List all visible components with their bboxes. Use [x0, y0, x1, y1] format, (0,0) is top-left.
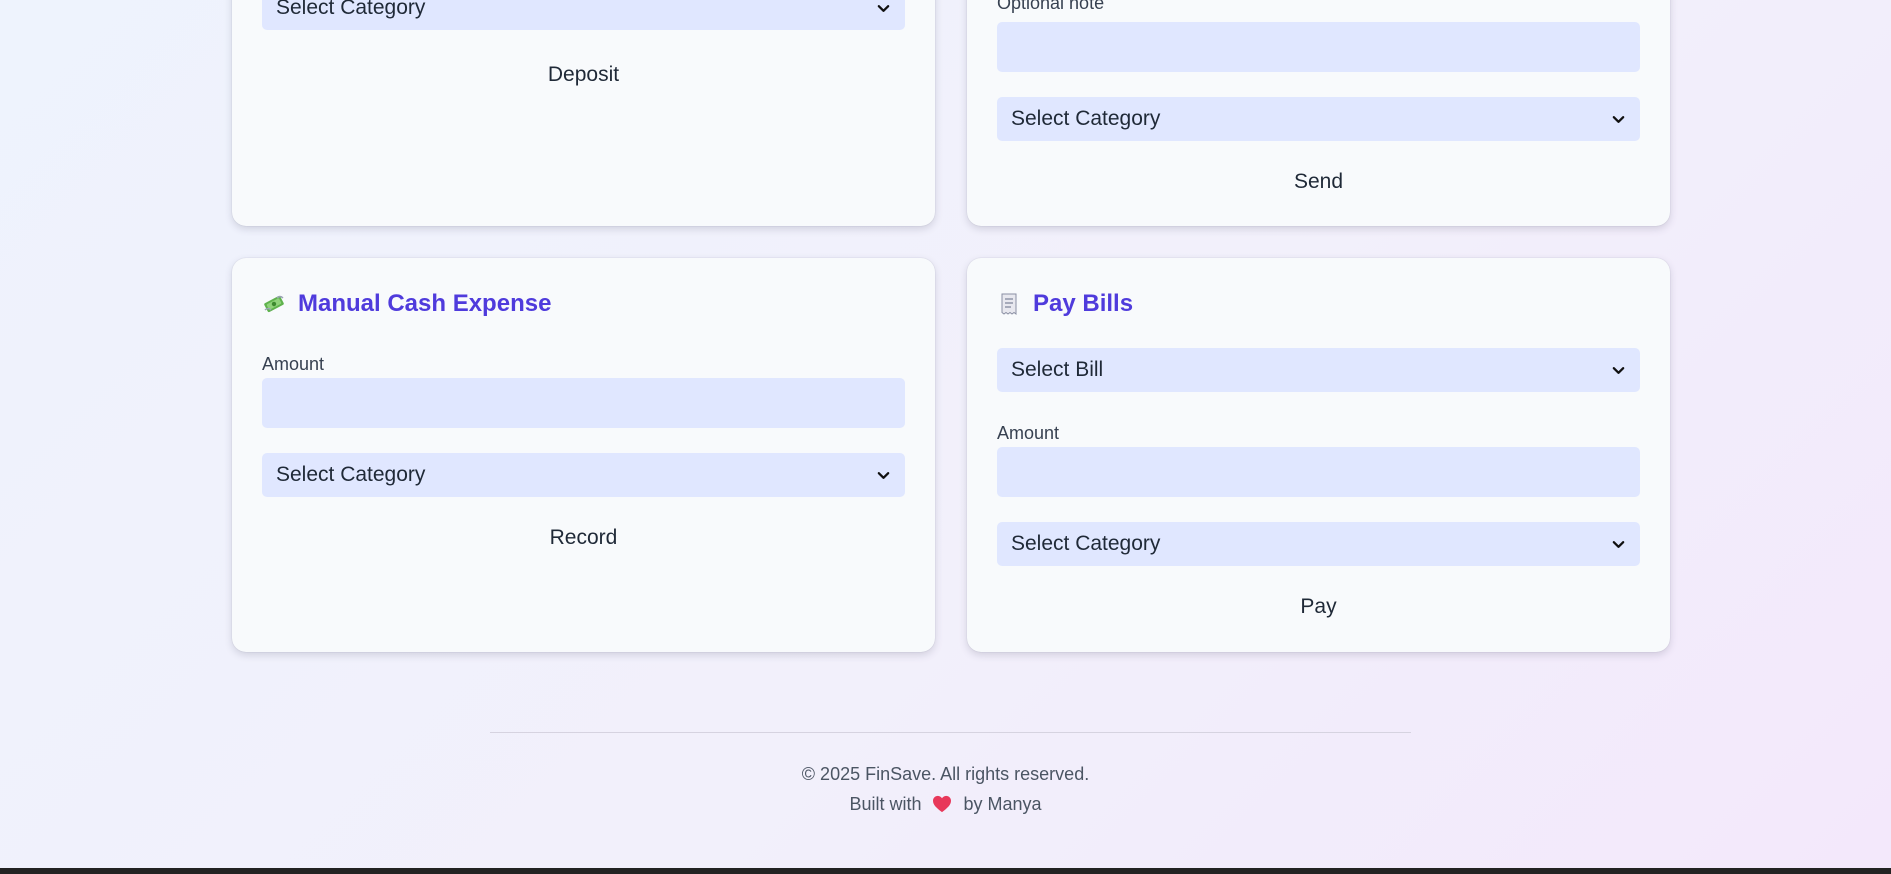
chevron-down-icon: [877, 471, 890, 479]
send-category-select-value: Select Category: [1011, 107, 1161, 130]
note-input[interactable]: [997, 22, 1640, 72]
footer-copyright: © 2025 FinSave. All rights reserved.: [801, 764, 1090, 784]
money-with-wings-icon: [264, 295, 284, 313]
bill-select[interactable]: Select Bill: [997, 348, 1640, 392]
bill-category-select[interactable]: Select Category: [997, 522, 1640, 566]
bill-category-select-value: Select Category: [1011, 532, 1161, 555]
cash-expense-title: Manual Cash Expense: [262, 290, 551, 318]
send-button[interactable]: Send: [967, 170, 1670, 194]
pay-bills-card: Pay Bills Select Bill Amount Select Cate…: [967, 258, 1670, 652]
pay-bills-title: Pay Bills: [997, 290, 1133, 318]
chevron-down-icon: [1612, 540, 1625, 548]
receipt-icon: [1001, 293, 1017, 315]
bill-amount-input[interactable]: [997, 447, 1640, 497]
bottom-bar: [0, 868, 1891, 874]
send-category-select[interactable]: Select Category: [997, 97, 1640, 141]
deposit-category-select-value: Select Category: [276, 0, 426, 19]
send-card: Optional note Select Category Send: [967, 0, 1670, 226]
pay-bills-title-text: Pay Bills: [1033, 290, 1134, 317]
cash-amount-label: Amount: [262, 354, 325, 374]
footer-divider: [490, 732, 1411, 733]
footer-credit: Built with by Manya: [0, 794, 1891, 815]
note-label: Optional note: [997, 0, 1105, 13]
cash-category-select[interactable]: Select Category: [262, 453, 905, 497]
chevron-down-icon: [877, 4, 890, 12]
record-button[interactable]: Record: [232, 526, 935, 550]
bill-select-value: Select Bill: [1011, 358, 1104, 381]
footer-credit-suffix: by Manya: [963, 794, 1042, 814]
cash-expense-title-text: Manual Cash Expense: [298, 290, 552, 317]
chevron-down-icon: [1612, 115, 1625, 123]
deposit-button[interactable]: Deposit: [232, 63, 935, 87]
heart-icon: [933, 795, 952, 813]
cash-category-select-value: Select Category: [276, 463, 426, 486]
cash-expense-card: Manual Cash Expense Amount Select Catego…: [232, 258, 935, 652]
deposit-card: Select Category Deposit: [232, 0, 935, 226]
chevron-down-icon: [1612, 366, 1625, 374]
pay-button[interactable]: Pay: [967, 595, 1670, 619]
deposit-category-select[interactable]: Select Category: [262, 0, 905, 30]
footer-credit-prefix: Built with: [849, 794, 922, 814]
bill-amount-label: Amount: [997, 423, 1060, 443]
cash-amount-input[interactable]: [262, 378, 905, 428]
